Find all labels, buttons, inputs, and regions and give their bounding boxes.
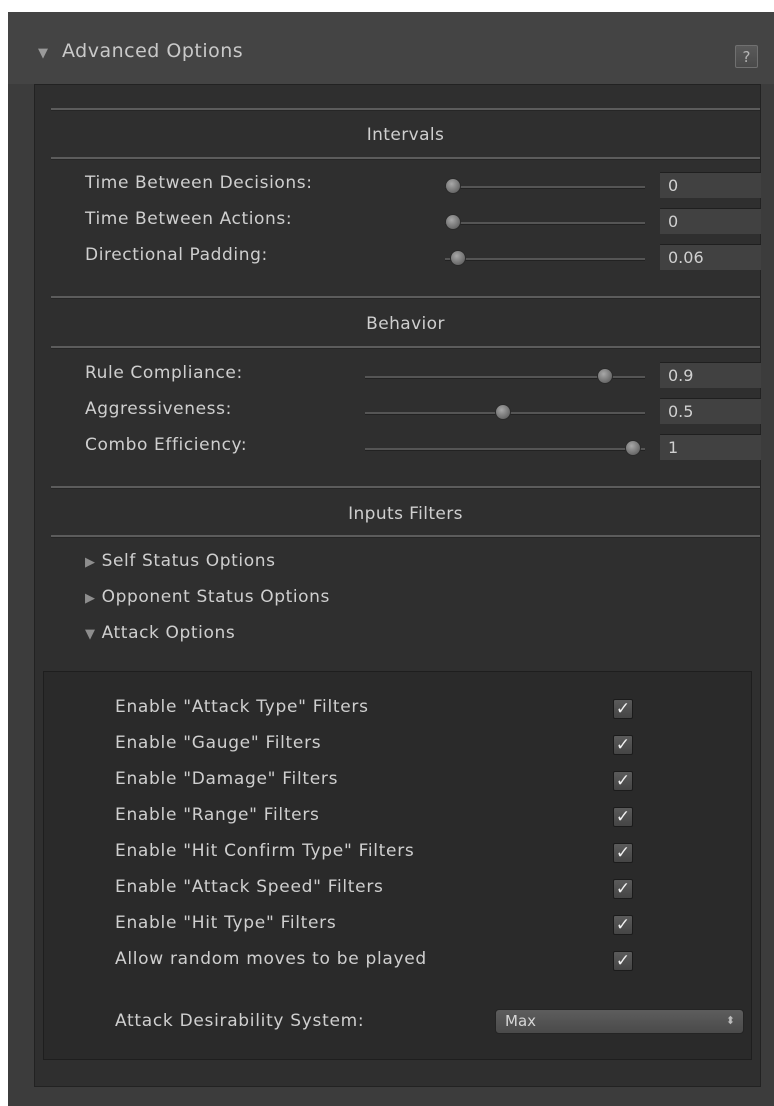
up-down-chevron-icon: ⬍ — [725, 1014, 735, 1027]
check-icon: ✓ — [615, 951, 631, 971]
foldout-label: Self Status Options — [101, 551, 276, 571]
section-title-intervals: Intervals — [366, 125, 445, 145]
row-label: Directional Padding: — [85, 245, 268, 265]
value-field[interactable]: 0.5 — [660, 398, 761, 424]
foldout-label: Attack Options — [101, 623, 236, 643]
desirability-label: Attack Desirability System: — [115, 1011, 365, 1031]
slider-knob[interactable] — [445, 178, 461, 194]
divider — [51, 296, 760, 299]
slider-track[interactable] — [445, 222, 645, 225]
check-icon: ✓ — [615, 879, 631, 899]
value-field[interactable]: 0.06 — [660, 244, 761, 270]
check-icon: ✓ — [615, 699, 631, 719]
value-field[interactable]: 0.9 — [660, 362, 761, 388]
checkbox-label: Enable "Hit Confirm Type" Filters — [115, 841, 415, 861]
checkbox-damage-filters[interactable]: ✓ — [613, 771, 633, 791]
checkbox-range-filters[interactable]: ✓ — [613, 807, 633, 827]
checkbox-label: Enable "Range" Filters — [115, 805, 320, 825]
checkbox-attack-type-filters[interactable]: ✓ — [613, 699, 633, 719]
divider — [51, 486, 760, 489]
checkbox-label: Enable "Attack Type" Filters — [115, 697, 369, 717]
check-icon: ✓ — [615, 915, 631, 935]
checkbox-gauge-filters[interactable]: ✓ — [613, 735, 633, 755]
triangle-down-icon[interactable]: ▼ — [38, 47, 48, 60]
attack-options-box: Enable "Attack Type" Filters ✓ Enable "G… — [43, 671, 752, 1060]
slider-track[interactable] — [445, 186, 645, 189]
section-title-behavior: Behavior — [366, 314, 445, 334]
check-icon: ✓ — [615, 843, 631, 863]
checkbox-allow-random-moves[interactable]: ✓ — [613, 951, 633, 971]
checkbox-label: Enable "Damage" Filters — [115, 769, 339, 789]
divider — [51, 108, 760, 111]
checkbox-label: Enable "Hit Type" Filters — [115, 913, 337, 933]
foldout-opponent-status-options[interactable]: ▶ Opponent Status Options — [85, 587, 330, 607]
divider — [51, 535, 760, 538]
triangle-right-icon: ▶ — [85, 591, 96, 606]
row-label: Time Between Decisions: — [85, 173, 313, 193]
row-label: Rule Compliance: — [85, 363, 243, 383]
checkbox-hit-confirm-type-filters[interactable]: ✓ — [613, 843, 633, 863]
value-field[interactable]: 0 — [660, 172, 761, 198]
slider-track[interactable] — [445, 258, 645, 261]
slider-knob[interactable] — [625, 440, 641, 456]
divider — [51, 157, 760, 160]
row-label: Aggressiveness: — [85, 399, 232, 419]
foldout-label: Opponent Status Options — [101, 587, 331, 607]
help-button[interactable]: ? — [735, 45, 758, 68]
checkbox-label: Allow random moves to be played — [115, 949, 427, 969]
checkbox-label: Enable "Gauge" Filters — [115, 733, 322, 753]
triangle-right-icon: ▶ — [85, 555, 96, 570]
checkbox-label: Enable "Attack Speed" Filters — [115, 877, 384, 897]
select-value: Max — [505, 1012, 537, 1030]
desirability-select[interactable]: Max ⬍ — [495, 1009, 744, 1034]
foldout-self-status-options[interactable]: ▶ Self Status Options — [85, 551, 276, 571]
row-label: Combo Efficiency: — [85, 435, 248, 455]
section-title-inputs-filters: Inputs Filters — [348, 504, 463, 524]
foldout-attack-options[interactable]: ▼ Attack Options — [85, 623, 235, 643]
divider — [51, 346, 760, 349]
slider-track[interactable] — [365, 448, 645, 451]
panel-header[interactable]: ▼ Advanced Options ? — [8, 12, 774, 84]
slider-knob[interactable] — [495, 404, 511, 420]
check-icon: ✓ — [615, 735, 631, 755]
row-label: Time Between Actions: — [85, 209, 293, 229]
value-field[interactable]: 0 — [660, 208, 761, 234]
panel-title: Advanced Options — [62, 40, 244, 62]
triangle-down-icon: ▼ — [85, 627, 96, 642]
panel-body: Intervals Time Between Decisions: 0 Time… — [34, 84, 761, 1087]
slider-knob[interactable] — [450, 250, 466, 266]
check-icon: ✓ — [615, 771, 631, 791]
checkbox-attack-speed-filters[interactable]: ✓ — [613, 879, 633, 899]
checkbox-hit-type-filters[interactable]: ✓ — [613, 915, 633, 935]
advanced-options-panel: ▼ Advanced Options ? Intervals Time Betw… — [8, 12, 774, 1106]
check-icon: ✓ — [615, 807, 631, 827]
value-field[interactable]: 1 — [660, 434, 761, 460]
slider-knob[interactable] — [597, 368, 613, 384]
slider-knob[interactable] — [445, 214, 461, 230]
